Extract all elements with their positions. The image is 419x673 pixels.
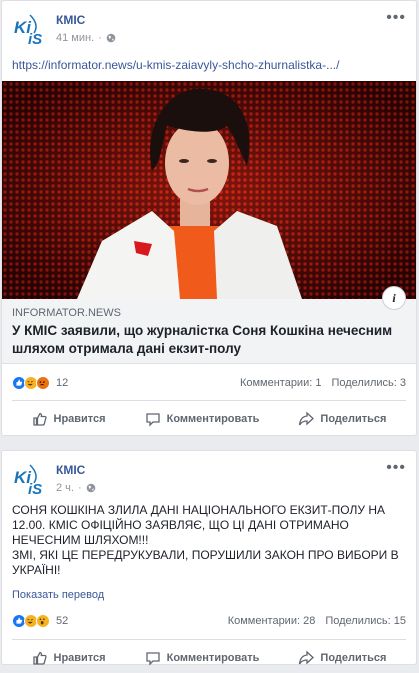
post-text-line: ЗМІ, ЯКІ ЦЕ ПЕРЕДРУКУВАЛИ, ПОРУШИЛИ ЗАКО… <box>12 548 399 577</box>
info-icon[interactable]: i <box>382 286 406 310</box>
more-options-icon[interactable]: ••• <box>386 459 406 477</box>
svg-text:iS: iS <box>28 31 42 47</box>
comment-button[interactable]: Комментировать <box>145 411 260 427</box>
thumbs-up-icon <box>32 412 47 426</box>
page-name[interactable]: КМІС <box>56 13 85 27</box>
comment-button[interactable]: Комментировать <box>145 650 260 666</box>
reactions[interactable]: 12 <box>12 376 68 390</box>
link-title[interactable]: У КМІС заявили, що журналістка Соня Кошк… <box>12 322 402 358</box>
comments-count[interactable]: Комментарии: 28 <box>228 615 316 627</box>
shares-count[interactable]: Поделились: 3 <box>331 377 406 389</box>
post-text-line: СОНЯ КОШКІНА ЗЛИЛА ДАНІ НАЦІОНАЛЬНОГО ЕК… <box>12 503 385 547</box>
reaction-count[interactable]: 52 <box>56 615 68 627</box>
post-time[interactable]: 41 мин. <box>56 32 94 44</box>
post-link[interactable]: https://informator.news/u-kmis-zaiavyly-… <box>12 58 339 72</box>
divider <box>12 639 406 640</box>
comment-label: Комментировать <box>166 652 260 664</box>
translate-link[interactable]: Показать перевод <box>12 589 104 601</box>
post-actions: Нравится Комментировать Поделиться <box>12 404 406 434</box>
reactions[interactable]: 52 <box>12 614 68 628</box>
thumbs-up-icon <box>32 651 47 665</box>
post-meta: 2 ч. · <box>56 482 96 494</box>
globe-icon <box>106 33 116 43</box>
post-header: Ki iS КМІС 41 мин. · ••• <box>2 1 416 57</box>
post-header: Ki iS КМІС 2 ч. · ••• <box>2 451 416 507</box>
post-actions: Нравится Комментировать Поделиться <box>12 643 406 673</box>
post-text: СОНЯ КОШКІНА ЗЛИЛА ДАНІ НАЦІОНАЛЬНОГО ЕК… <box>12 503 408 578</box>
comments-count[interactable]: Комментарии: 1 <box>240 377 322 389</box>
post-card: Ki iS КМІС 2 ч. · ••• СОНЯ КОШКІНА ЗЛИЛА… <box>1 450 417 666</box>
like-label: Нравится <box>53 413 106 425</box>
more-options-icon[interactable]: ••• <box>386 9 406 27</box>
post-meta: 41 мин. · <box>56 32 116 44</box>
reaction-count[interactable]: 12 <box>56 377 68 389</box>
link-preview-image[interactable] <box>2 81 416 299</box>
post-stats: 52 Комментарии: 28 Поделились: 15 <box>12 611 406 631</box>
comment-icon <box>145 413 160 427</box>
page-name[interactable]: КМІС <box>56 463 85 477</box>
kmis-logo-avatar[interactable]: Ki iS <box>12 461 48 497</box>
post-time[interactable]: 2 ч. <box>56 482 74 494</box>
link-domain: INFORMATOR.NEWS <box>12 307 121 319</box>
share-label: Поделиться <box>320 652 387 664</box>
comment-label: Комментировать <box>166 413 260 425</box>
link-preview-caption[interactable]: i INFORMATOR.NEWS У КМІС заявили, що жур… <box>2 286 416 364</box>
shares-count[interactable]: Поделились: 15 <box>325 615 406 627</box>
share-icon <box>299 650 315 665</box>
globe-icon <box>86 483 95 493</box>
comment-icon <box>145 652 160 666</box>
share-label: Поделиться <box>320 413 387 425</box>
like-label: Нравится <box>53 652 106 664</box>
svg-text:iS: iS <box>28 481 42 497</box>
like-button[interactable]: Нравится <box>32 411 106 427</box>
share-button[interactable]: Поделиться <box>298 411 386 427</box>
angry-reaction-icon <box>36 376 50 390</box>
post-card: Ki iS КМІС 41 мин. · ••• https://informa… <box>1 0 417 436</box>
post-stats: 12 Комментарии: 1 Поделились: 3 <box>12 373 406 393</box>
divider <box>12 400 406 401</box>
kmis-logo-avatar[interactable]: Ki iS <box>12 11 48 47</box>
like-button[interactable]: Нравится <box>32 650 106 666</box>
wow-reaction-icon <box>36 614 50 628</box>
share-button[interactable]: Поделиться <box>298 650 386 666</box>
share-icon <box>299 411 315 426</box>
